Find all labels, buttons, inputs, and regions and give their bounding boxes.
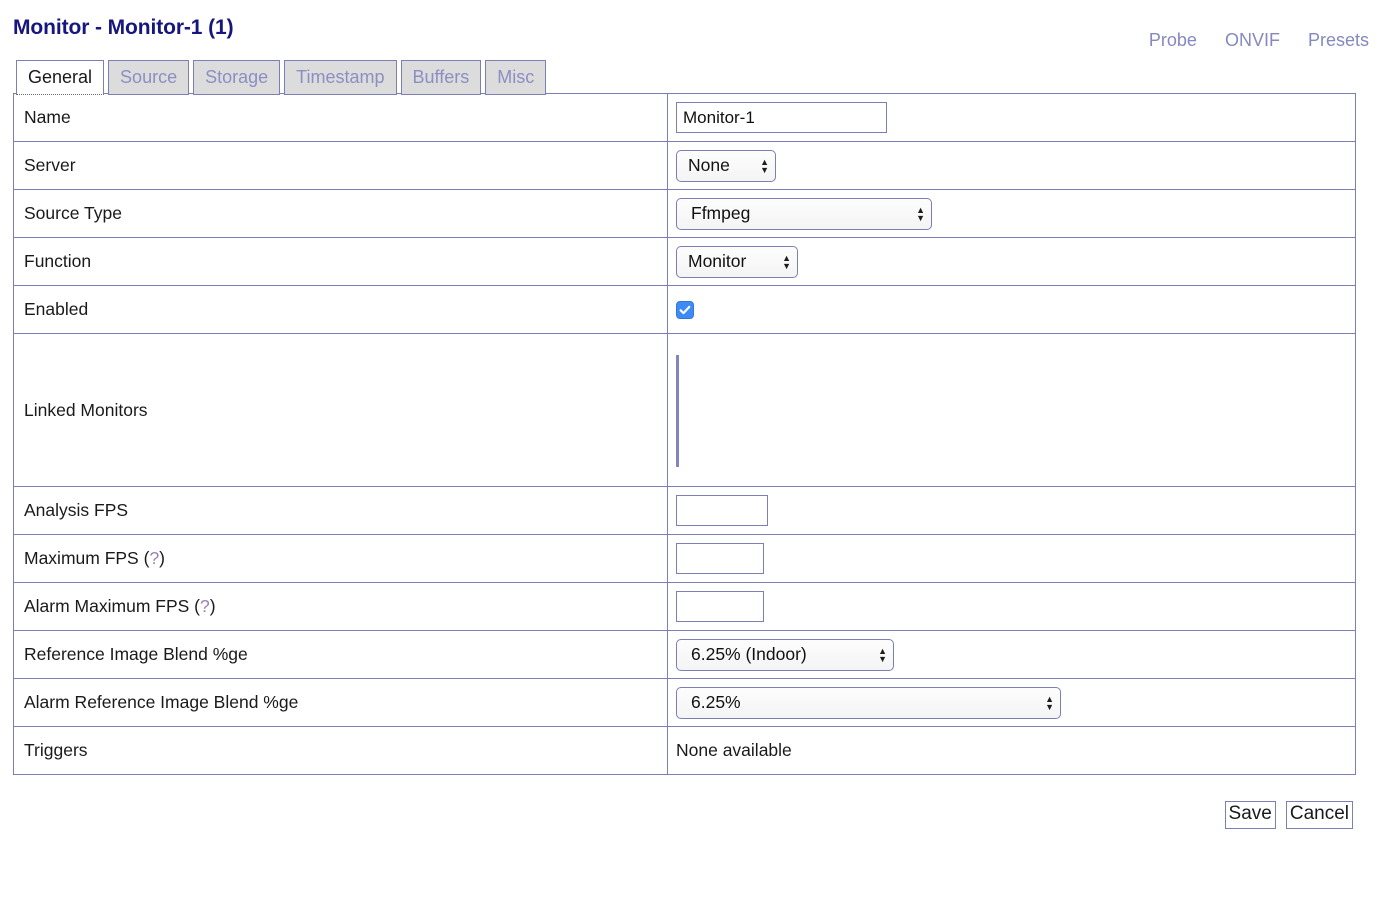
table-row-function: Function Monitor ▲ ▼ — [13, 237, 1356, 286]
source-type-select-value: Ffmpeg — [691, 203, 751, 223]
maximum-fps-label-text: Maximum FPS — [24, 548, 139, 568]
tab-general[interactable]: General — [16, 60, 105, 95]
source-type-value-cell: Ffmpeg ▲ ▼ — [667, 189, 1356, 238]
analysis-fps-label: Analysis FPS — [13, 486, 668, 535]
function-select[interactable]: Monitor ▲ ▼ — [676, 245, 798, 278]
chevron-updown-icon: ▲ ▼ — [782, 252, 791, 271]
reference-blend-label: Reference Image Blend %ge — [13, 630, 668, 679]
maximum-fps-value-cell — [667, 534, 1356, 583]
alarm-maximum-fps-label-text: Alarm Maximum FPS — [24, 596, 190, 616]
reference-blend-select-value: 6.25% (Indoor) — [691, 644, 807, 664]
chevron-updown-icon: ▲ ▼ — [760, 156, 769, 175]
chevron-updown-icon: ▲ ▼ — [916, 204, 925, 223]
table-row-linked-monitors: Linked Monitors — [13, 333, 1356, 487]
table-row-server: Server None ▲ ▼ — [13, 141, 1356, 190]
table-row-reference-blend: Reference Image Blend %ge 6.25% (Indoor)… — [13, 630, 1356, 679]
help-paren-close: ) — [159, 548, 165, 568]
source-type-label: Source Type — [13, 189, 668, 238]
alarm-reference-blend-value-cell: 6.25% ▲ ▼ — [667, 678, 1356, 727]
linked-monitors-listbox[interactable] — [676, 354, 679, 467]
alarm-maximum-fps-label: Alarm Maximum FPS (?) — [13, 582, 668, 631]
reference-blend-value-cell: 6.25% (Indoor) ▲ ▼ — [667, 630, 1356, 679]
table-row-alarm-maximum-fps: Alarm Maximum FPS (?) — [13, 582, 1356, 631]
analysis-fps-value-cell — [667, 486, 1356, 535]
server-value-cell: None ▲ ▼ — [667, 141, 1356, 190]
presets-link[interactable]: Presets — [1308, 30, 1369, 51]
table-row-alarm-reference-blend: Alarm Reference Image Blend %ge 6.25% ▲ ▼ — [13, 678, 1356, 727]
tab-bar: General Source Storage Timestamp Buffers… — [16, 58, 1369, 95]
tab-source[interactable]: Source — [108, 60, 190, 95]
header-links: Probe ONVIF Presets — [1149, 30, 1369, 51]
table-row-name: Name — [13, 93, 1356, 142]
source-type-select[interactable]: Ffmpeg ▲ ▼ — [676, 197, 932, 230]
general-settings-table: Name Server None ▲▼ Source Type — [13, 93, 1356, 775]
triggers-value: None available — [676, 740, 792, 760]
maximum-fps-input[interactable] — [676, 543, 764, 574]
table-row-analysis-fps: Analysis FPS — [13, 486, 1356, 535]
alarm-maximum-fps-value-cell — [667, 582, 1356, 631]
alarm-maximum-fps-input[interactable] — [676, 591, 764, 622]
maximum-fps-help-icon[interactable]: ? — [149, 548, 159, 568]
alarm-reference-blend-select-value: 6.25% — [691, 692, 741, 712]
triggers-value-cell: None available — [667, 726, 1356, 775]
function-label: Function — [13, 237, 668, 286]
maximum-fps-label: Maximum FPS (?) — [13, 534, 668, 583]
chevron-updown-icon: ▲ ▼ — [878, 645, 887, 664]
server-label: Server — [13, 141, 668, 190]
analysis-fps-input[interactable] — [676, 495, 768, 526]
name-value-cell — [667, 93, 1356, 142]
page-header: Monitor - Monitor-1 (1) Probe ONVIF Pres… — [13, 0, 1369, 58]
cancel-button[interactable]: Cancel — [1285, 801, 1353, 829]
enabled-label: Enabled — [13, 285, 668, 334]
alarm-reference-blend-label: Alarm Reference Image Blend %ge — [13, 678, 668, 727]
alarm-maximum-fps-help-icon[interactable]: ? — [200, 596, 210, 616]
table-row-source-type: Source Type Ffmpeg ▲ ▼ — [13, 189, 1356, 238]
monitor-config-page: Monitor - Monitor-1 (1) Probe ONVIF Pres… — [0, 0, 1382, 908]
tab-misc[interactable]: Misc — [485, 60, 547, 95]
function-select-value: Monitor — [688, 251, 747, 271]
triggers-label: Triggers — [13, 726, 668, 775]
function-value-cell: Monitor ▲ ▼ — [667, 237, 1356, 286]
table-row-triggers: Triggers None available — [13, 726, 1356, 775]
server-select[interactable]: None ▲ ▼ — [676, 149, 776, 182]
probe-link[interactable]: Probe — [1149, 30, 1197, 51]
page-title: Monitor - Monitor-1 (1) — [13, 16, 234, 39]
onvif-link[interactable]: ONVIF — [1225, 30, 1280, 51]
server-select-value: None — [688, 155, 730, 175]
form-actions: Save Cancel — [13, 801, 1356, 829]
linked-monitors-value-cell — [667, 333, 1356, 487]
linked-monitors-label: Linked Monitors — [13, 333, 668, 487]
table-row-enabled: Enabled — [13, 285, 1356, 334]
help-paren-close: ) — [209, 596, 216, 616]
reference-blend-select[interactable]: 6.25% (Indoor) ▲ ▼ — [676, 638, 894, 671]
enabled-value-cell — [667, 285, 1356, 334]
enabled-checkbox[interactable] — [676, 301, 694, 319]
tab-storage[interactable]: Storage — [193, 60, 281, 95]
tab-buffers[interactable]: Buffers — [400, 60, 482, 95]
name-input[interactable] — [676, 102, 887, 133]
save-button[interactable]: Save — [1224, 801, 1276, 829]
name-label: Name — [13, 93, 668, 142]
chevron-updown-icon: ▲ ▼ — [1045, 693, 1054, 712]
table-row-maximum-fps: Maximum FPS (?) — [13, 534, 1356, 583]
tab-timestamp[interactable]: Timestamp — [284, 60, 397, 95]
alarm-reference-blend-select[interactable]: 6.25% ▲ ▼ — [676, 686, 1061, 719]
